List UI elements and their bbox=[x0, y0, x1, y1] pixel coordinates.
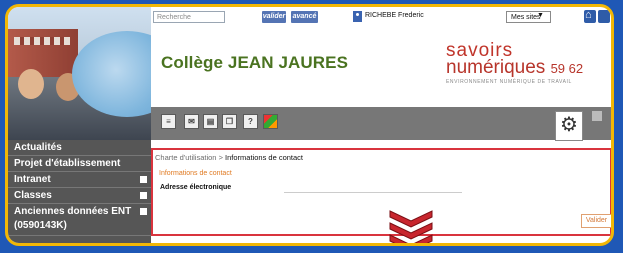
search-submit-button[interactable]: valider bbox=[262, 11, 286, 23]
brand-region-number: 59 62 bbox=[550, 61, 584, 76]
sidebar-item-projet[interactable]: Projet d'établissement bbox=[8, 156, 151, 172]
photo-student-face bbox=[18, 69, 44, 99]
list-icon[interactable]: ≡ bbox=[161, 114, 176, 129]
sidebar-item-label: Projet d'établissement bbox=[14, 158, 121, 169]
advanced-search-button[interactable]: avancé bbox=[291, 11, 318, 23]
sidebar-item-anciennes-donnees[interactable]: Anciennes données ENT (0590143K) bbox=[8, 204, 151, 236]
breadcrumb: Charte d'utilisation > Informations de c… bbox=[155, 153, 303, 162]
submit-button[interactable]: Valider bbox=[581, 214, 611, 228]
copy-icon[interactable]: ❐ bbox=[222, 114, 237, 129]
brand-logo: savoirs numériques 59 62 ENVIRONNEMENT N… bbox=[446, 41, 611, 85]
sidebar-item-label: Anciennes données ENT bbox=[14, 206, 132, 217]
mail-icon[interactable]: ✉ bbox=[184, 114, 199, 129]
expand-icon[interactable] bbox=[140, 192, 147, 199]
user-name: RICHEBE Frederic bbox=[365, 12, 424, 19]
brand-numeriques: numériques bbox=[446, 57, 546, 78]
home-icon[interactable] bbox=[584, 9, 596, 23]
tools-toolbar: ≡ ✉ ▤ ❐ ? ⚙ bbox=[151, 107, 611, 141]
chevron-down-icon[interactable]: ▼ bbox=[537, 12, 544, 19]
user-icon bbox=[353, 11, 362, 22]
apps-icon[interactable] bbox=[263, 114, 278, 129]
sites-select[interactable]: Mes sites bbox=[506, 11, 551, 23]
expand-icon[interactable] bbox=[140, 176, 147, 183]
search-input[interactable]: Recherche bbox=[153, 11, 225, 23]
expand-icon[interactable] bbox=[140, 208, 147, 215]
settings-icon[interactable]: ⚙ bbox=[555, 111, 583, 141]
document-icon[interactable]: ▤ bbox=[203, 114, 218, 129]
header-photo bbox=[8, 7, 151, 140]
sidebar: Actualités Projet d'établissement Intran… bbox=[8, 140, 151, 243]
grid-icon[interactable] bbox=[592, 111, 602, 121]
email-field[interactable] bbox=[284, 182, 462, 193]
brand-word-numeriques: numériques 59 62 bbox=[446, 57, 611, 78]
page-title: Collège JEAN JAURES bbox=[161, 53, 349, 72]
breadcrumb-parent-link[interactable]: Charte d'utilisation bbox=[155, 153, 216, 162]
sidebar-item-label-code: (0590143K) bbox=[14, 220, 67, 231]
sidebar-item-label: Intranet bbox=[14, 174, 51, 185]
breadcrumb-separator: > bbox=[218, 153, 223, 162]
sidebar-item-label: Classes bbox=[14, 190, 52, 201]
help-icon[interactable]: ? bbox=[243, 114, 258, 129]
sidebar-item-label: Actualités bbox=[14, 142, 62, 153]
breadcrumb-current: Informations de contact bbox=[225, 153, 304, 162]
top-bar: Recherche valider avancé RICHEBE Frederi… bbox=[151, 7, 611, 27]
sidebar-item-intranet[interactable]: Intranet bbox=[8, 172, 151, 188]
logout-icon[interactable] bbox=[598, 10, 610, 23]
scroll-down-chevrons-icon[interactable] bbox=[388, 209, 434, 246]
sidebar-item-classes[interactable]: Classes bbox=[8, 188, 151, 204]
brand-tagline: ENVIRONNEMENT NUMÉRIQUE DE TRAVAIL bbox=[446, 79, 572, 85]
email-label: Adresse électronique bbox=[160, 184, 232, 191]
app-window: Recherche valider avancé RICHEBE Frederi… bbox=[5, 4, 614, 246]
sidebar-item-actualites[interactable]: Actualités bbox=[8, 140, 151, 156]
section-title: Informations de contact bbox=[159, 170, 232, 177]
